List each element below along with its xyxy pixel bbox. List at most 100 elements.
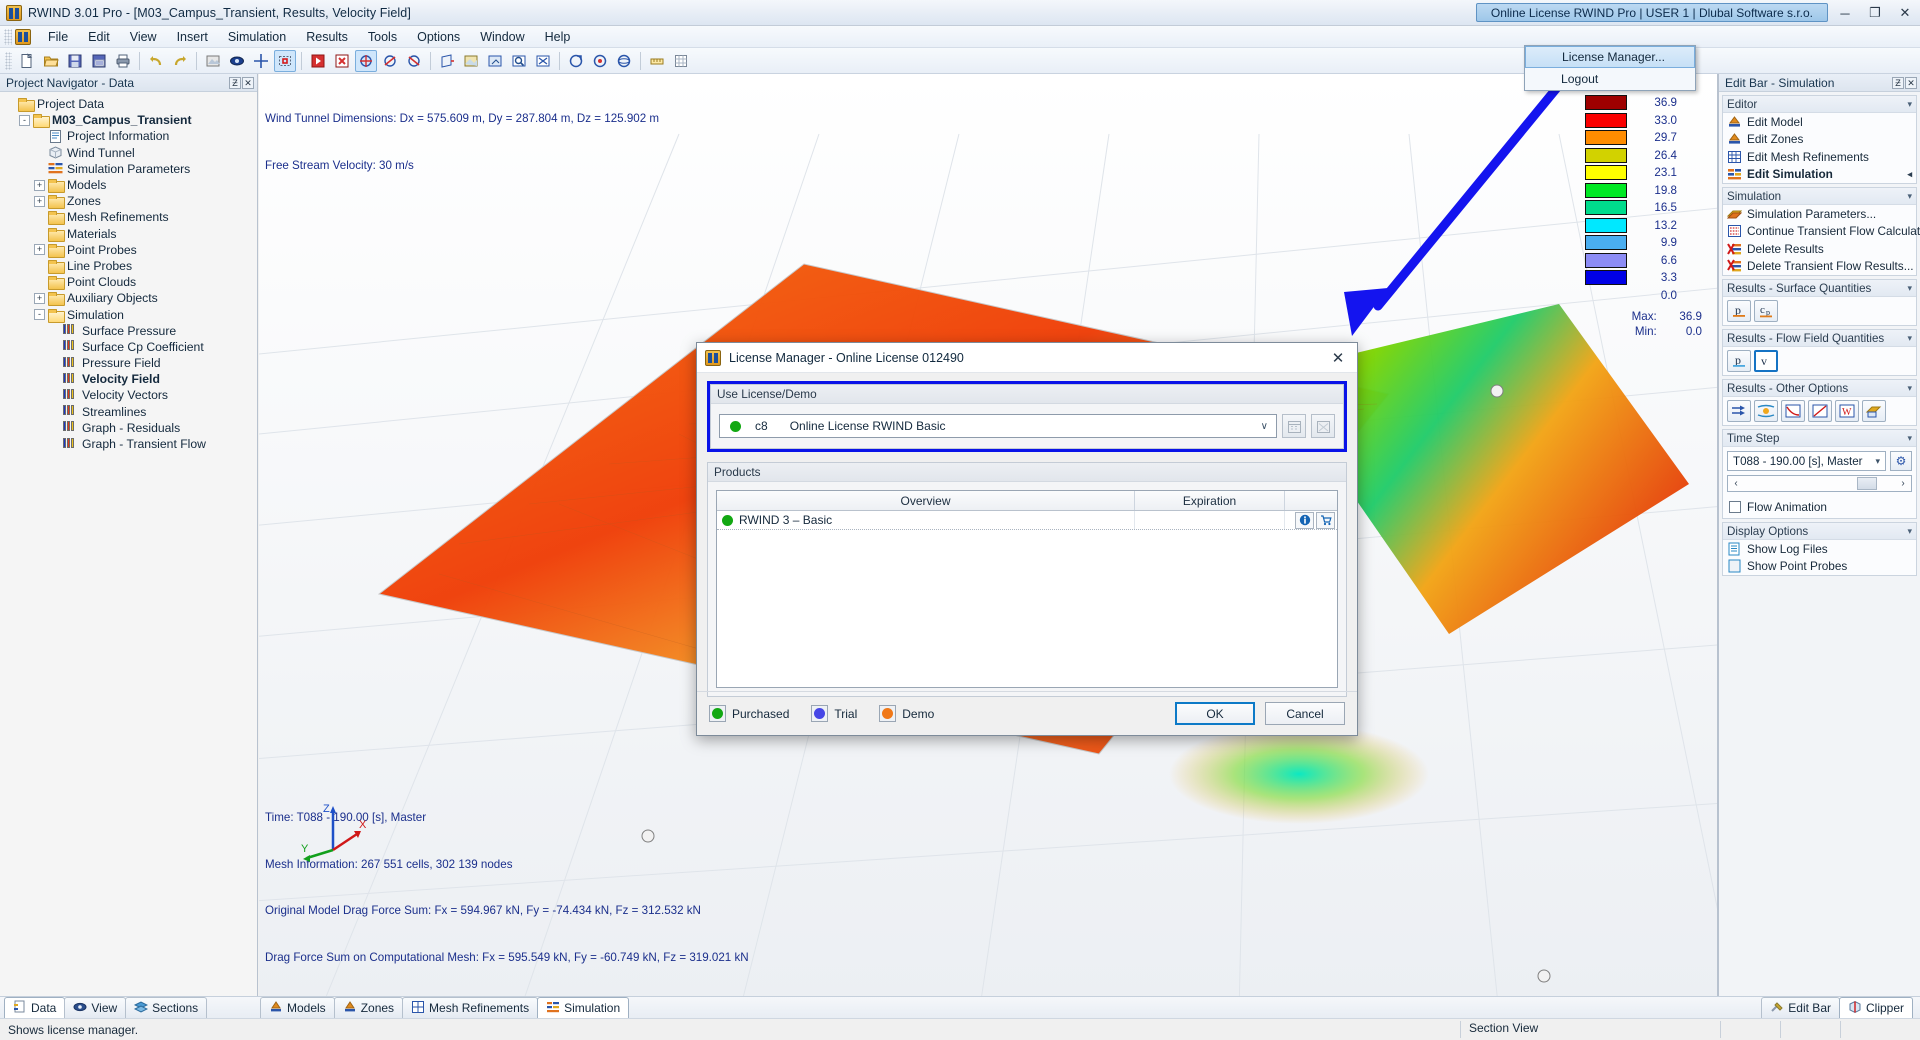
perspective-icon[interactable]	[436, 50, 458, 72]
chevron-down-icon-8[interactable]: ▾	[1907, 526, 1912, 537]
edit-zones-item[interactable]: Edit Zones	[1723, 131, 1916, 149]
tree-item-wind-tunnel[interactable]: Wind Tunnel	[4, 145, 257, 161]
tree-item-point-probes[interactable]: + Point Probes	[4, 242, 257, 258]
show-point-probes-item[interactable]: Show Point Probes	[1723, 558, 1916, 576]
edit-simulation-item[interactable]: Edit Simulation ◂	[1723, 166, 1916, 184]
menu-simulation[interactable]: Simulation	[218, 27, 296, 47]
minimize-button[interactable]: ─	[1830, 0, 1860, 26]
menu-window[interactable]: Window	[470, 27, 534, 47]
navigator-pin-icon[interactable]: Ƶ	[229, 76, 241, 89]
tree-item-simulation-parameters[interactable]: Simulation Parameters	[4, 161, 257, 177]
tree-item-auxiliary-objects[interactable]: + Auxiliary Objects	[4, 290, 257, 307]
tree-item-graph-residuals[interactable]: Graph - Residuals	[4, 420, 257, 436]
velocity-vectors-icon[interactable]	[1727, 400, 1751, 422]
select-object-icon[interactable]	[307, 50, 329, 72]
rotate-y-icon[interactable]	[403, 50, 425, 72]
tree-item-m03-campus-transient[interactable]: - M03_Campus_Transient	[4, 112, 257, 129]
flow-animation-row[interactable]: Flow Animation	[1723, 496, 1916, 518]
measure-icon[interactable]	[646, 50, 668, 72]
tree-expander[interactable]: +	[34, 195, 45, 207]
chevron-left-icon[interactable]: ◂	[1907, 169, 1912, 180]
pressure-field-button[interactable]: p	[1727, 350, 1751, 372]
product-cart-icon[interactable]	[1316, 511, 1335, 529]
chevron-down-icon-6[interactable]: ▾	[1907, 433, 1912, 444]
group-editor-header[interactable]: Editor ▾	[1723, 96, 1916, 113]
surface-cp-button[interactable]: cp	[1754, 300, 1778, 322]
tree-item-velocity-field[interactable]: Velocity Field	[4, 371, 257, 387]
time-step-scroll-thumb[interactable]	[1857, 477, 1877, 490]
edit-mesh-refinements-item[interactable]: Edit Mesh Refinements	[1723, 148, 1916, 166]
rotate-cw-icon[interactable]	[589, 50, 611, 72]
restore-button[interactable]: ❐	[1860, 0, 1890, 26]
time-step-next-button[interactable]: ›	[1895, 478, 1911, 489]
tree-item-line-probes[interactable]: Line Probes	[4, 258, 257, 274]
open-file-icon[interactable]	[40, 50, 62, 72]
tree-expander[interactable]: +	[34, 292, 45, 304]
group-flow-field-quantities-header[interactable]: Results - Flow Field Quantities ▾	[1723, 330, 1916, 347]
menu-item-logout[interactable]: Logout	[1525, 68, 1695, 90]
menu-view[interactable]: View	[120, 27, 167, 47]
menu-file[interactable]: File	[38, 27, 78, 47]
chevron-down-icon-5[interactable]: ▾	[1907, 383, 1912, 394]
menu-insert[interactable]: Insert	[167, 27, 218, 47]
menu-options[interactable]: Options	[407, 27, 470, 47]
chevron-down-icon-license[interactable]: ∨	[1261, 421, 1268, 432]
redo-icon[interactable]	[169, 50, 191, 72]
chevron-down-icon-3[interactable]: ▾	[1907, 283, 1912, 294]
tab-zones[interactable]: Zones	[333, 997, 404, 1018]
graph-residuals-icon[interactable]	[1781, 400, 1805, 422]
tree-item-streamlines[interactable]: Streamlines	[4, 404, 257, 420]
render-mode-icon[interactable]	[202, 50, 224, 72]
group-other-options-header[interactable]: Results - Other Options ▾	[1723, 380, 1916, 397]
selection-box-icon[interactable]	[274, 49, 296, 72]
rotate-view-icon[interactable]	[355, 49, 377, 72]
dialog-close-button[interactable]: ✕	[1323, 345, 1353, 371]
new-file-icon[interactable]	[16, 50, 38, 72]
tab-view[interactable]: View	[64, 997, 127, 1018]
license-select[interactable]: c8 Online License RWIND Basic ∨	[719, 414, 1277, 438]
tree-expander[interactable]: +	[34, 179, 45, 191]
tab-models[interactable]: Models	[260, 997, 335, 1018]
menu-grip-handle[interactable]	[4, 28, 12, 45]
simulation-parameters-item[interactable]: Simulation Parameters...	[1723, 205, 1916, 223]
chevron-down-icon[interactable]: ▾	[1907, 99, 1912, 110]
tree-expander[interactable]: -	[19, 114, 30, 126]
time-step-settings-button[interactable]: ⚙	[1890, 451, 1912, 471]
graph-transient-icon[interactable]	[1808, 400, 1832, 422]
grid-icon[interactable]	[670, 50, 692, 72]
menu-results[interactable]: Results	[296, 27, 358, 47]
tab-data[interactable]: Data	[4, 997, 66, 1018]
product-info-icon[interactable]	[1295, 511, 1314, 529]
tree-item-point-clouds[interactable]: Point Clouds	[4, 274, 257, 291]
group-display-options-header[interactable]: Display Options ▾	[1723, 523, 1916, 540]
visibility-icon[interactable]	[226, 50, 248, 72]
surface-pressure-button[interactable]: p	[1727, 300, 1751, 322]
tree-item-pressure-field[interactable]: Pressure Field	[4, 355, 257, 371]
group-simulation-header[interactable]: Simulation ▾	[1723, 188, 1916, 205]
menu-item-license-manager[interactable]: License Manager...	[1525, 46, 1695, 68]
tree-item-simulation[interactable]: - Simulation	[4, 306, 257, 323]
tree-item-zones[interactable]: + Zones	[4, 193, 257, 210]
delete-results-item[interactable]: Delete Results	[1723, 240, 1916, 258]
show-log-files-item[interactable]: Show Log Files	[1723, 540, 1916, 558]
continue-transient-flow-item[interactable]: Continue Transient Flow Calculat...	[1723, 223, 1920, 241]
render-icon[interactable]	[1862, 400, 1886, 422]
orbit-icon[interactable]	[613, 50, 635, 72]
ok-button[interactable]: OK	[1175, 702, 1255, 725]
velocity-field-button[interactable]: v	[1754, 350, 1778, 372]
navigator-close-icon[interactable]: ✕	[242, 76, 254, 89]
toolbar-grip-handle[interactable]	[5, 51, 12, 70]
edit-model-item[interactable]: Edit Model	[1723, 113, 1916, 131]
license-refresh-button[interactable]	[1311, 414, 1335, 438]
menu-tools[interactable]: Tools	[358, 27, 407, 47]
shading-icon[interactable]	[460, 50, 482, 72]
menu-edit[interactable]: Edit	[78, 27, 120, 47]
tab-simulation[interactable]: Simulation	[537, 997, 630, 1018]
flow-animation-checkbox[interactable]	[1729, 501, 1741, 513]
undo-icon[interactable]	[145, 50, 167, 72]
tree-item-project-data[interactable]: Project Data	[4, 96, 257, 113]
tree-expander[interactable]: -	[34, 309, 45, 321]
tab-mesh-refinements[interactable]: Mesh Refinements	[402, 997, 539, 1018]
close-button[interactable]: ✕	[1890, 0, 1920, 26]
delete-transient-results-item[interactable]: Delete Transient Flow Results...	[1723, 258, 1916, 276]
